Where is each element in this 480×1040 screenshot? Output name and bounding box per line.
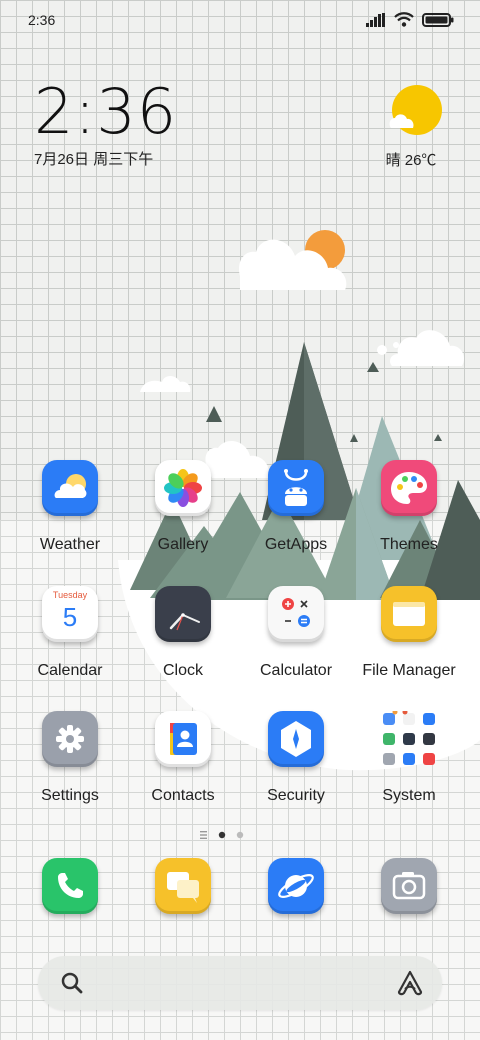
file-manager-icon — [381, 586, 437, 642]
app-label: Themes — [380, 536, 438, 553]
assistant-icon[interactable] — [396, 970, 424, 996]
getapps-icon — [268, 460, 324, 516]
app-settings[interactable]: Settings — [14, 711, 126, 805]
app-getapps[interactable]: GetApps — [240, 460, 352, 554]
calendar-icon: Tuesday 5 — [42, 586, 98, 642]
app-label: GetApps — [264, 536, 328, 553]
app-contacts[interactable]: Contacts — [127, 711, 239, 805]
dock-browser[interactable] — [240, 858, 352, 914]
dock-messages[interactable] — [127, 858, 239, 914]
app-label: Calendar — [37, 662, 103, 679]
weather-widget[interactable]: 晴 26℃ — [376, 84, 446, 170]
clock-widget[interactable]: 2:36 7月26日 周三下午 — [34, 80, 177, 169]
browser-icon — [268, 858, 324, 914]
dock-camera[interactable] — [353, 858, 465, 914]
app-label: Settings — [41, 787, 99, 804]
calendar-day-number: 5 — [62, 602, 78, 632]
app-label: File Manager — [362, 662, 456, 679]
app-weather[interactable]: Weather — [14, 460, 126, 554]
signal-icon — [366, 12, 385, 27]
search-bar[interactable] — [38, 956, 442, 1010]
widget-time: 2:36 — [34, 75, 178, 148]
app-label: Gallery — [157, 536, 209, 553]
phone-icon — [42, 858, 98, 914]
app-calendar[interactable]: Tuesday 5 Calendar — [14, 586, 126, 680]
app-themes[interactable]: Themes — [353, 460, 465, 554]
app-label: Contacts — [151, 787, 215, 804]
feed-indicator-icon — [200, 831, 207, 839]
app-label: Security — [267, 787, 325, 804]
search-icon[interactable] — [60, 971, 84, 995]
messages-icon — [155, 858, 211, 914]
app-file-manager[interactable]: File Manager — [353, 586, 465, 680]
dock-phone[interactable] — [14, 858, 126, 914]
gallery-icon — [155, 460, 211, 516]
folder-system[interactable]: System — [353, 709, 465, 805]
sunny-cloud-icon — [389, 85, 442, 135]
camera-icon — [381, 858, 437, 914]
weather-icon — [42, 460, 98, 516]
app-label: Calculator — [259, 662, 333, 679]
clock-icon — [155, 586, 211, 642]
status-bar: 2:36 — [0, 0, 480, 40]
system-folder-icon — [381, 709, 437, 767]
app-calculator[interactable]: Calculator — [240, 586, 352, 680]
calculator-icon — [268, 586, 324, 642]
calendar-day-name: Tuesday — [52, 590, 88, 600]
app-security[interactable]: Security — [240, 711, 352, 805]
app-clock[interactable]: Clock — [127, 586, 239, 680]
app-label: Weather — [39, 536, 101, 553]
status-time: 2:36 — [28, 12, 56, 28]
page-indicator[interactable] — [200, 828, 280, 842]
wifi-icon — [394, 12, 414, 27]
page-dot — [236, 831, 244, 839]
page-dot-active — [218, 831, 226, 839]
widget-date: 7月26日 周三下午 — [34, 151, 154, 168]
battery-icon — [422, 12, 454, 27]
settings-icon — [42, 711, 98, 767]
app-gallery[interactable]: Gallery — [127, 460, 239, 554]
weather-text: 晴 26℃ — [385, 152, 437, 169]
app-label: Clock — [162, 662, 203, 679]
security-icon — [268, 711, 324, 767]
app-label: System — [382, 787, 436, 804]
themes-icon — [381, 460, 437, 516]
contacts-icon — [155, 711, 211, 767]
